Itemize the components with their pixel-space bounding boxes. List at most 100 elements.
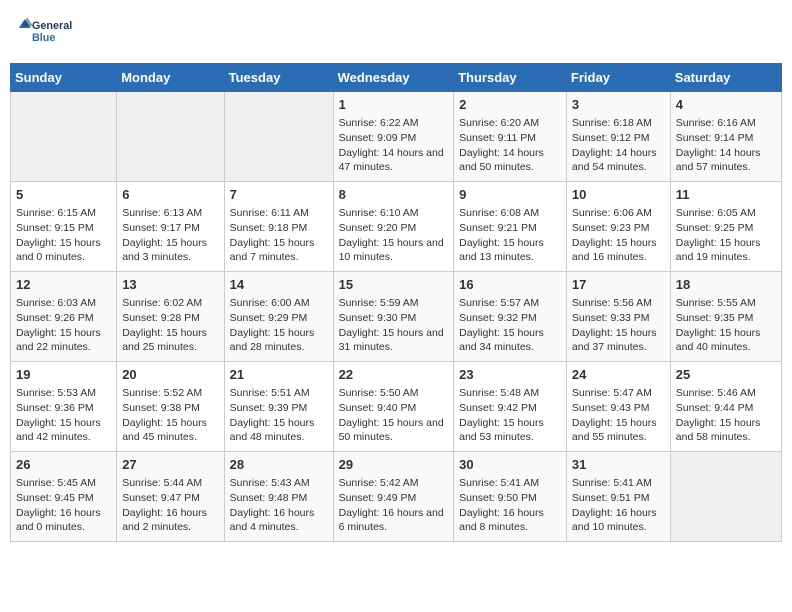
calendar-cell: 26 Sunrise: 5:45 AMSunset: 9:45 PMDayligh… [11,452,117,542]
day-number: 22 [339,366,449,384]
day-number: 27 [122,456,218,474]
day-number: 28 [230,456,328,474]
logo: General Blue [14,10,104,55]
day-number: 24 [572,366,665,384]
calendar-cell: 30 Sunrise: 5:41 AMSunset: 9:50 PMDayligh… [454,452,567,542]
day-info: Sunrise: 5:48 AMSunset: 9:42 PMDaylight:… [459,386,561,445]
day-info: Sunrise: 6:06 AMSunset: 9:23 PMDaylight:… [572,206,665,265]
calendar-cell: 10 Sunrise: 6:06 AMSunset: 9:23 PMDayligh… [566,182,670,272]
calendar-cell: 20Sunrise: 5:52 AMSunset: 9:38 PMDayligh… [117,362,224,452]
calendar-cell [11,92,117,182]
calendar-cell [117,92,224,182]
day-number: 8 [339,186,449,204]
day-info: Sunrise: 5:55 AMSunset: 9:35 PMDaylight:… [676,296,776,355]
day-number: 16 [459,276,561,294]
calendar-cell: 2 Sunrise: 6:20 AMSunset: 9:11 PMDaylight… [454,92,567,182]
day-number: 17 [572,276,665,294]
svg-text:General: General [32,20,72,32]
calendar-cell: 9Sunrise: 6:08 AMSunset: 9:21 PMDaylight… [454,182,567,272]
header-wednesday: Wednesday [333,64,454,92]
day-number: 10 [572,186,665,204]
calendar-cell: 29 Sunrise: 5:42 AMSunset: 9:49 PMDayligh… [333,452,454,542]
day-info: Sunrise: 6:18 AMSunset: 9:12 PMDaylight:… [572,116,665,175]
calendar-table: SundayMondayTuesdayWednesdayThursdayFrid… [10,63,782,542]
calendar-cell: 16 Sunrise: 5:57 AMSunset: 9:32 PMDayligh… [454,272,567,362]
week-row-1: 1 Sunrise: 6:22 AMSunset: 9:09 PMDaylight… [11,92,782,182]
calendar-cell: 6 Sunrise: 6:13 AMSunset: 9:17 PMDaylight… [117,182,224,272]
day-info: Sunrise: 6:03 AMSunset: 9:26 PMDaylight:… [16,296,111,355]
day-info: Sunrise: 5:45 AMSunset: 9:45 PMDaylight:… [16,476,111,535]
day-info: Sunrise: 5:42 AMSunset: 9:49 PMDaylight:… [339,476,449,535]
calendar-cell: 8 Sunrise: 6:10 AMSunset: 9:20 PMDaylight… [333,182,454,272]
day-info: Sunrise: 5:53 AMSunset: 9:36 PMDaylight:… [16,386,111,445]
day-info: Sunrise: 5:47 AMSunset: 9:43 PMDaylight:… [572,386,665,445]
calendar-cell: 12Sunrise: 6:03 AMSunset: 9:26 PMDayligh… [11,272,117,362]
calendar-cell: 18 Sunrise: 5:55 AMSunset: 9:35 PMDayligh… [670,272,781,362]
calendar-cell: 19 Sunrise: 5:53 AMSunset: 9:36 PMDayligh… [11,362,117,452]
calendar-cell: 13 Sunrise: 6:02 AMSunset: 9:28 PMDayligh… [117,272,224,362]
calendar-cell [224,92,333,182]
logo-svg: General Blue [14,10,104,55]
page-header: General Blue [10,10,782,55]
day-info: Sunrise: 6:16 AMSunset: 9:14 PMDaylight:… [676,116,776,175]
day-info: Sunrise: 5:46 AMSunset: 9:44 PMDaylight:… [676,386,776,445]
day-info: Sunrise: 5:41 AMSunset: 9:51 PMDaylight:… [572,476,665,535]
header-tuesday: Tuesday [224,64,333,92]
day-info: Sunrise: 5:51 AMSunset: 9:39 PMDaylight:… [230,386,328,445]
header-sunday: Sunday [11,64,117,92]
day-number: 19 [16,366,111,384]
day-number: 13 [122,276,218,294]
day-number: 2 [459,96,561,114]
week-row-3: 12Sunrise: 6:03 AMSunset: 9:26 PMDayligh… [11,272,782,362]
day-info: Sunrise: 6:10 AMSunset: 9:20 PMDaylight:… [339,206,449,265]
day-number: 29 [339,456,449,474]
calendar-cell: 22Sunrise: 5:50 AMSunset: 9:40 PMDayligh… [333,362,454,452]
week-row-4: 19 Sunrise: 5:53 AMSunset: 9:36 PMDayligh… [11,362,782,452]
day-number: 25 [676,366,776,384]
day-info: Sunrise: 6:20 AMSunset: 9:11 PMDaylight:… [459,116,561,175]
day-number: 15 [339,276,449,294]
day-info: Sunrise: 6:13 AMSunset: 9:17 PMDaylight:… [122,206,218,265]
calendar-cell: 7Sunrise: 6:11 AMSunset: 9:18 PMDaylight… [224,182,333,272]
day-info: Sunrise: 6:15 AMSunset: 9:15 PMDaylight:… [16,206,111,265]
day-info: Sunrise: 6:08 AMSunset: 9:21 PMDaylight:… [459,206,561,265]
calendar-cell: 14 Sunrise: 6:00 AMSunset: 9:29 PMDayligh… [224,272,333,362]
header-friday: Friday [566,64,670,92]
calendar-cell: 21 Sunrise: 5:51 AMSunset: 9:39 PMDayligh… [224,362,333,452]
day-info: Sunrise: 5:41 AMSunset: 9:50 PMDaylight:… [459,476,561,535]
calendar-cell: 4 Sunrise: 6:16 AMSunset: 9:14 PMDaylight… [670,92,781,182]
day-number: 26 [16,456,111,474]
day-number: 6 [122,186,218,204]
day-info: Sunrise: 6:00 AMSunset: 9:29 PMDaylight:… [230,296,328,355]
logo: General Blue [14,10,104,55]
header-saturday: Saturday [670,64,781,92]
calendar-cell: 17Sunrise: 5:56 AMSunset: 9:33 PMDayligh… [566,272,670,362]
calendar-cell: 28Sunrise: 5:43 AMSunset: 9:48 PMDayligh… [224,452,333,542]
calendar-cell: 31Sunrise: 5:41 AMSunset: 9:51 PMDayligh… [566,452,670,542]
day-info: Sunrise: 6:02 AMSunset: 9:28 PMDaylight:… [122,296,218,355]
calendar-cell: 15 Sunrise: 5:59 AMSunset: 9:30 PMDayligh… [333,272,454,362]
day-number: 1 [339,96,449,114]
svg-text:Blue: Blue [32,32,55,44]
day-number: 3 [572,96,665,114]
day-info: Sunrise: 6:11 AMSunset: 9:18 PMDaylight:… [230,206,328,265]
day-number: 18 [676,276,776,294]
day-info: Sunrise: 6:22 AMSunset: 9:09 PMDaylight:… [339,116,449,175]
day-info: Sunrise: 5:52 AMSunset: 9:38 PMDaylight:… [122,386,218,445]
day-number: 30 [459,456,561,474]
day-number: 5 [16,186,111,204]
day-number: 14 [230,276,328,294]
day-info: Sunrise: 5:57 AMSunset: 9:32 PMDaylight:… [459,296,561,355]
calendar-cell: 11 Sunrise: 6:05 AMSunset: 9:25 PMDayligh… [670,182,781,272]
calendar-cell [670,452,781,542]
day-info: Sunrise: 6:05 AMSunset: 9:25 PMDaylight:… [676,206,776,265]
day-number: 23 [459,366,561,384]
calendar-cell: 3 Sunrise: 6:18 AMSunset: 9:12 PMDaylight… [566,92,670,182]
day-info: Sunrise: 5:59 AMSunset: 9:30 PMDaylight:… [339,296,449,355]
day-number: 11 [676,186,776,204]
calendar-cell: 24 Sunrise: 5:47 AMSunset: 9:43 PMDayligh… [566,362,670,452]
calendar-cell: 27Sunrise: 5:44 AMSunset: 9:47 PMDayligh… [117,452,224,542]
day-number: 21 [230,366,328,384]
calendar-cell: 25 Sunrise: 5:46 AMSunset: 9:44 PMDayligh… [670,362,781,452]
day-number: 4 [676,96,776,114]
